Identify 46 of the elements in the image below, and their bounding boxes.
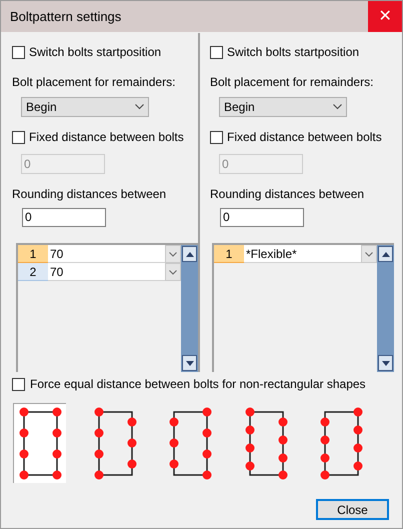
row-number[interactable]: 1 bbox=[18, 245, 48, 264]
field-label: Rounding distances between bbox=[12, 186, 168, 203]
caret-icon bbox=[169, 252, 177, 257]
caret-icon bbox=[135, 104, 144, 110]
checkbox[interactable] bbox=[12, 378, 25, 390]
caret-icon bbox=[333, 104, 342, 110]
checkbox[interactable] bbox=[210, 130, 223, 144]
scroll-down-button[interactable] bbox=[182, 355, 197, 372]
grid-cell[interactable]: 70 bbox=[48, 245, 165, 264]
placement-dropdown[interactable]: Begin bbox=[219, 97, 347, 117]
close-button[interactable]: ✕ bbox=[368, 1, 402, 32]
dropdown-button[interactable] bbox=[165, 263, 181, 282]
checkbox-label[interactable]: Force equal distance between bolts for non-rectangular shapes bbox=[30, 375, 366, 393]
caret-icon bbox=[169, 270, 177, 275]
row-number[interactable]: 2 bbox=[18, 263, 48, 282]
grid-cell[interactable]: 70 bbox=[48, 263, 165, 282]
checkbox[interactable] bbox=[210, 46, 223, 58]
grid-cell[interactable]: *Flexible* bbox=[244, 245, 361, 264]
placement-dropdown[interactable]: Begin bbox=[21, 97, 149, 117]
window-title: Boltpattern settings bbox=[9, 8, 122, 26]
row-number[interactable]: 1 bbox=[214, 245, 244, 264]
checkbox-label[interactable]: Switch bolts startposition bbox=[29, 43, 162, 61]
field-label: Bolt placement for remainders: bbox=[12, 74, 176, 91]
close-button[interactable]: Close bbox=[316, 499, 389, 520]
down-triangle-icon bbox=[380, 358, 390, 368]
checkbox[interactable] bbox=[12, 46, 25, 58]
down-triangle-icon bbox=[184, 358, 194, 368]
caret-icon bbox=[365, 252, 373, 257]
up-triangle-icon bbox=[380, 250, 390, 259]
scroll-up-button[interactable] bbox=[182, 246, 197, 262]
field-label: Bolt placement for remainders: bbox=[210, 74, 374, 91]
rounding-field[interactable]: 0 bbox=[22, 208, 106, 228]
dropdown-button[interactable] bbox=[165, 245, 181, 264]
scrollbar[interactable] bbox=[377, 245, 394, 372]
dropdown-button[interactable] bbox=[361, 245, 377, 264]
checkbox-label[interactable]: Fixed distance between bolts bbox=[29, 128, 184, 146]
up-triangle-icon bbox=[184, 250, 194, 259]
bolt-pattern-option[interactable] bbox=[13, 403, 66, 483]
checkbox-label[interactable]: Switch bolts startposition bbox=[227, 43, 360, 61]
scroll-down-button[interactable] bbox=[378, 355, 393, 372]
scroll-up-button[interactable] bbox=[378, 246, 393, 262]
checkbox-label[interactable]: Fixed distance between bolts bbox=[227, 128, 382, 146]
checkbox[interactable] bbox=[12, 130, 25, 144]
rounding-field[interactable]: 0 bbox=[220, 208, 304, 228]
field-label: Rounding distances between bbox=[210, 186, 366, 203]
scrollbar[interactable] bbox=[181, 245, 198, 372]
